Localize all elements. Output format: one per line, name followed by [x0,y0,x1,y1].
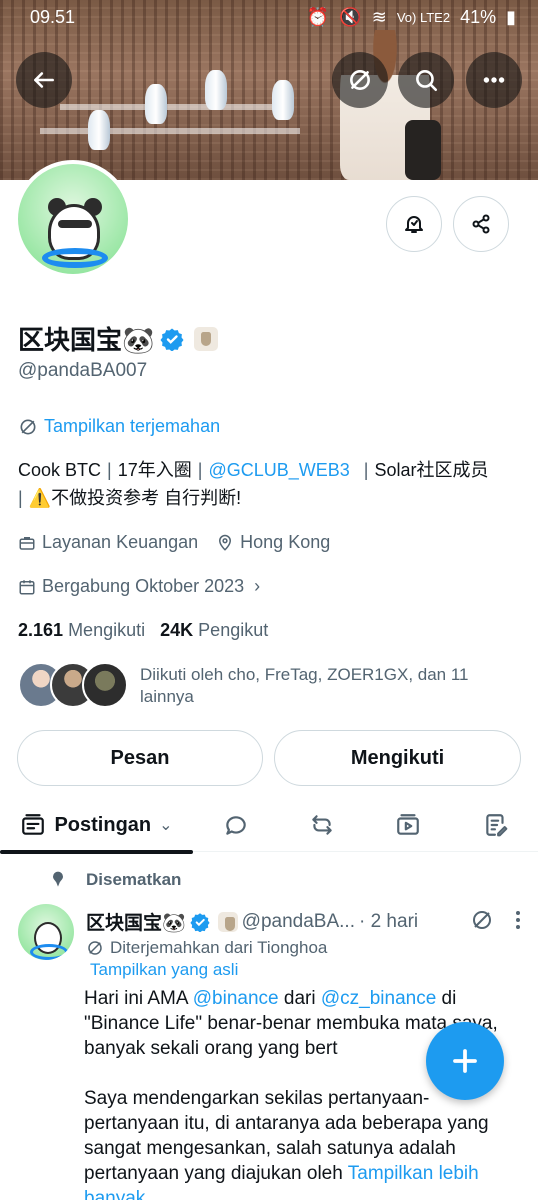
followed-by-row[interactable]: Diikuti oleh cho, FreTag, ZOER1GX, dan 1… [18,662,469,708]
tab-posts-label: Postingan [54,813,152,836]
translate-icon[interactable] [470,908,494,932]
mute-icon: 🔇 [339,7,362,27]
plus-icon [453,1049,477,1073]
more-options-button[interactable] [466,52,522,108]
repost-icon [312,815,332,835]
arrow-left-icon [34,72,54,88]
chevron-right-icon: › [254,576,261,596]
profile-location: Hong Kong [240,532,331,552]
chevron-down-icon: ⌄ [159,817,173,834]
translate-icon [350,70,370,90]
status-time: 09.51 [30,7,76,27]
tab-replies[interactable] [208,798,264,852]
calendar-icon [19,579,35,594]
bio-text: ⚠️不做投资参考 自行判断! [28,488,242,508]
media-play-icon [397,814,419,835]
battery-icon: ▮ [506,7,516,27]
bell-check-icon [405,216,423,233]
post-mention-link[interactable]: @cz_binance [321,988,436,1009]
pinned-indicator: Disematkan [48,870,181,890]
post-mention-link[interactable]: @binance [193,988,279,1009]
share-icon [472,214,490,234]
tab-articles[interactable] [468,798,524,852]
post-text: dari [278,988,321,1009]
post-author-avatar[interactable] [18,904,74,960]
battery-level: 41% [460,7,497,27]
bio-text: Cook BTC [18,460,102,480]
posts-feed-icon [22,814,45,835]
tab-posts[interactable]: Postingan ⌄ [0,798,193,852]
translated-from-label: Diterjemahkan dari Tionghoa [110,938,328,957]
post-header-actions [470,908,520,932]
profile-meta-row: Layanan Keuangan Hong Kong [18,532,330,553]
followed-by-text: Diikuti oleh cho, FreTag, ZOER1GX, dan 1… [140,665,469,706]
affiliation-badge-icon [217,911,238,932]
location-pin-icon [219,534,232,551]
profile-handle: @pandaBA007 [18,360,148,381]
followers-link[interactable]: 24K Pengikut [160,620,268,640]
wifi-icon: ≋ [371,7,387,27]
profile-bio: Cook BTC | 17年入圈 | @GCLUB_WEB3 | Solar社区成员 | ⚠️… [18,460,489,508]
pin-icon [53,871,63,887]
tab-media[interactable] [380,798,436,852]
active-tab-indicator [0,850,193,854]
post-time: · 2 hari [358,910,419,932]
show-translation-label: Tampilkan terjemahan [44,416,221,436]
more-horizontal-icon [483,77,505,83]
notifications-button[interactable] [386,196,442,252]
back-button[interactable] [16,52,72,108]
network-label: Vo) LTE2 [396,10,451,25]
profile-category: Layanan Keuangan [42,532,199,552]
translated-note: Diterjemahkan dari Tionghoa [86,938,327,958]
follow-counts: 2.161 Mengikuti 24K Pengikut [18,620,268,641]
followers-label: Pengikut [198,620,269,640]
reply-bubble-icon [226,816,246,835]
affiliation-badge-icon[interactable] [194,326,219,351]
profile-name-row: 区块国宝🐼 [18,320,219,357]
compose-post-button[interactable] [426,1022,504,1100]
message-button[interactable]: Pesan [17,730,263,786]
search-icon [416,70,438,92]
post-author-name[interactable]: 区块国宝🐼 [86,908,186,935]
translate-header-button[interactable] [332,52,388,108]
translate-icon [88,941,102,955]
profile-tabs: Postingan ⌄ [0,798,538,852]
search-button[interactable] [398,52,454,108]
translate-icon [20,419,36,434]
bio-text: 17年入圈 [117,460,192,480]
followers-count: 24K [160,620,194,640]
post-text: Hari ini AMA [84,988,193,1009]
bio-mention-link[interactable]: @GCLUB_WEB3 [208,460,349,480]
show-original-link[interactable]: Tampilkan yang asli [90,960,238,980]
following-label: Mengikuti [68,620,146,640]
post-header: 区块国宝🐼 @pandaBA... · 2 hari [86,908,526,935]
following-count: 2.161 [18,620,64,640]
alarm-icon: ⏰ [306,7,330,27]
briefcase-icon [19,536,35,550]
verified-badge-icon[interactable] [190,912,210,932]
article-edit-icon [486,814,508,837]
bio-text: Solar社区成员 [374,460,489,480]
show-translation-link[interactable]: Tampilkan terjemahan [18,416,220,437]
following-link[interactable]: 2.161 Mengikuti [18,620,145,640]
following-button[interactable]: Mengikuti [274,730,521,786]
profile-avatar[interactable] [14,160,132,278]
joined-date: Bergabung Oktober 2023 [42,576,245,596]
share-button[interactable] [453,196,509,252]
status-bar: 09.51 ⏰ 🔇 ≋ Vo) LTE2 41% ▮ [0,0,538,36]
post-author-handle: @pandaBA... [241,910,355,932]
tab-reposts[interactable] [294,798,350,852]
display-name: 区块国宝🐼 [18,325,155,355]
post-more-icon[interactable] [516,911,520,929]
joined-date-row[interactable]: Bergabung Oktober 2023 › [18,576,260,597]
pinned-label: Disematkan [86,870,182,889]
follower-avatar [82,662,128,708]
verified-badge-icon[interactable] [160,327,184,351]
